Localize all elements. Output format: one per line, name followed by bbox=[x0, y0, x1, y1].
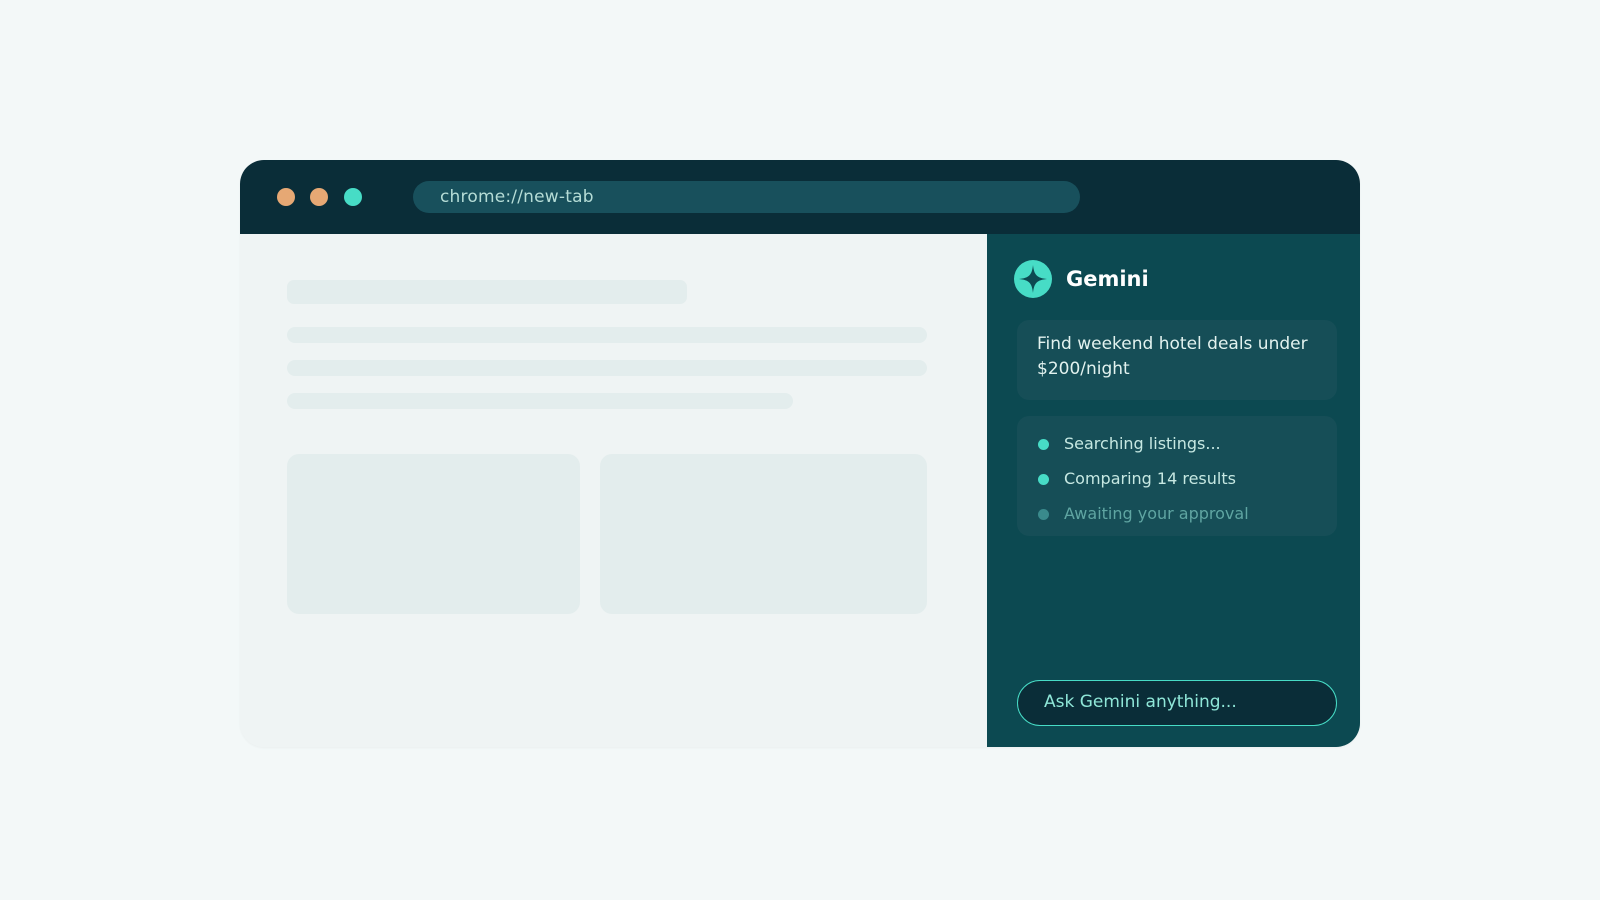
status-label: Searching listings... bbox=[1064, 434, 1221, 453]
window-control-dot[interactable] bbox=[344, 188, 362, 206]
status-dot-icon bbox=[1038, 439, 1049, 450]
page-content-placeholder bbox=[240, 234, 987, 747]
task-status-card: Searching listings... Comparing 14 resul… bbox=[1017, 416, 1337, 536]
panel-title: Gemini bbox=[1066, 267, 1149, 291]
address-bar[interactable]: chrome://new-tab bbox=[413, 181, 1080, 213]
status-label: Comparing 14 results bbox=[1064, 469, 1236, 488]
window-control-dot[interactable] bbox=[310, 188, 328, 206]
user-prompt-bubble: Find weekend hotel deals under $200/nigh… bbox=[1017, 320, 1337, 400]
skeleton-line bbox=[287, 360, 927, 376]
skeleton-line bbox=[287, 393, 793, 409]
status-item: Awaiting your approval bbox=[1017, 502, 1337, 526]
status-label: Awaiting your approval bbox=[1064, 504, 1249, 523]
window-control-dot[interactable] bbox=[277, 188, 295, 206]
status-item: Comparing 14 results bbox=[1017, 467, 1337, 491]
ask-gemini-input[interactable]: Ask Gemini anything... bbox=[1017, 680, 1337, 726]
skeleton-card bbox=[287, 454, 580, 614]
gemini-side-panel: Gemini Find weekend hotel deals under $2… bbox=[987, 234, 1360, 747]
browser-titlebar: chrome://new-tab bbox=[240, 160, 1360, 234]
skeleton-card bbox=[600, 454, 927, 614]
status-dot-icon bbox=[1038, 509, 1049, 520]
skeleton-title bbox=[287, 280, 687, 304]
status-item: Searching listings... bbox=[1017, 432, 1337, 456]
skeleton-line bbox=[287, 327, 927, 343]
browser-window: chrome://new-tab Gemini Find weekend hot… bbox=[240, 160, 1360, 747]
status-dot-icon bbox=[1038, 474, 1049, 485]
gemini-sparkle-icon bbox=[1014, 260, 1052, 298]
